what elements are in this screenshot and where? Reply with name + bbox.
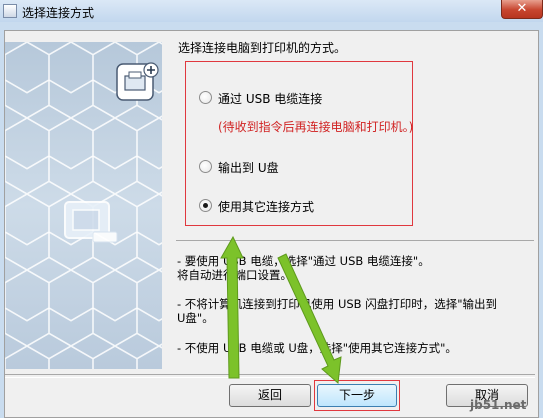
option-label-other-connection[interactable]: 使用其它连接方式 bbox=[218, 198, 314, 215]
description-line: - 不将计算机连接到打印机使用 USB 闪盘打印时，选择"输出到 bbox=[177, 297, 498, 311]
radio-other-connection[interactable] bbox=[199, 199, 212, 212]
description-line: - 不使用 USB 电缆或 U盘，选择"使用其它连接方式"。 bbox=[177, 341, 457, 355]
close-icon: ✕ bbox=[516, 1, 528, 16]
divider bbox=[176, 240, 534, 241]
hexagon-pattern bbox=[5, 42, 162, 369]
watermark: jb51.net bbox=[470, 398, 527, 412]
side-banner bbox=[5, 42, 162, 369]
button-row-divider bbox=[5, 374, 535, 378]
window-title: 选择连接方式 bbox=[22, 6, 95, 20]
radio-usb-cable[interactable] bbox=[199, 91, 212, 104]
description-line: 将自动进行端口设置。 bbox=[177, 268, 292, 282]
app-icon bbox=[3, 4, 17, 18]
back-button[interactable]: 返回 bbox=[229, 384, 311, 407]
usb-option-note: (待收到指令后再连接电脑和打印机。) bbox=[218, 120, 414, 134]
option-label-output-usb-drive[interactable]: 输出到 U盘 bbox=[218, 159, 279, 176]
title-bar: 选择连接方式 ✕ bbox=[0, 0, 543, 22]
description-line: - 要使用 USB 电缆，选择"通过 USB 电缆连接"。 bbox=[177, 254, 430, 268]
radio-output-usb-drive[interactable] bbox=[199, 160, 212, 173]
printer-add-icon bbox=[116, 62, 159, 101]
option-label-usb-cable[interactable]: 通过 USB 电缆连接 bbox=[218, 90, 322, 107]
close-button[interactable]: ✕ bbox=[501, 0, 543, 19]
description-line: U盘"。 bbox=[177, 311, 214, 325]
next-button-highlight-frame bbox=[314, 380, 400, 411]
printer-illustration-icon bbox=[64, 201, 118, 243]
instruction-heading: 选择连接电脑到打印机的方式。 bbox=[178, 41, 347, 55]
